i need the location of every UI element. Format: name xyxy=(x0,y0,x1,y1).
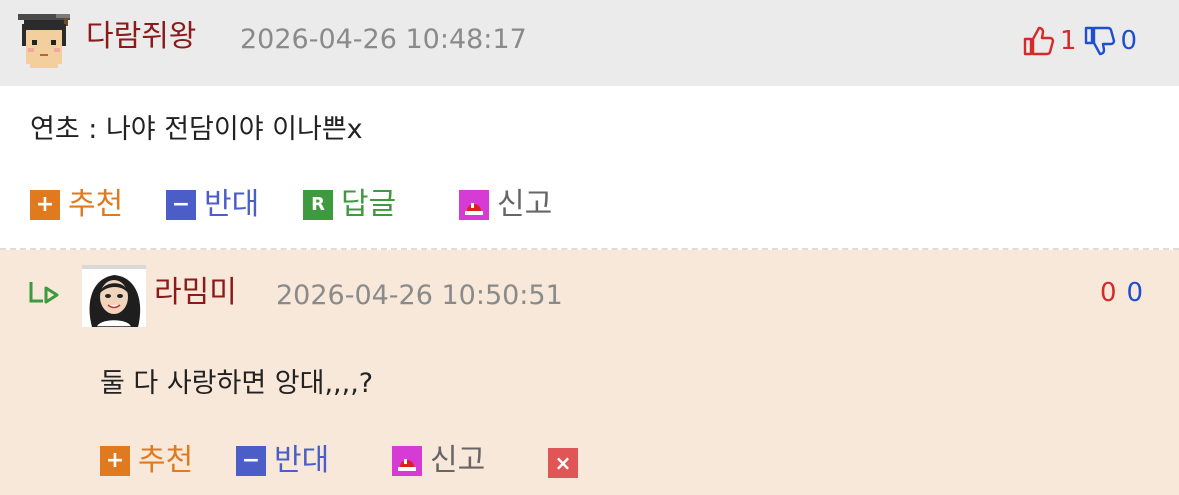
avatar[interactable] xyxy=(16,12,72,74)
thumbs-down-icon[interactable] xyxy=(1083,24,1117,58)
reply-r-icon: R xyxy=(303,190,333,220)
vote-counts: 0 0 xyxy=(1100,280,1143,306)
down-count: 0 xyxy=(1126,278,1144,308)
report-button[interactable]: 신고 xyxy=(459,190,552,220)
recommend-button[interactable]: + 추천 xyxy=(30,190,123,220)
minus-icon: − xyxy=(166,190,196,220)
plus-icon: + xyxy=(30,190,60,220)
report-label: 신고 xyxy=(497,187,553,222)
recommend-label: 추천 xyxy=(138,443,194,478)
reply-label: 답글 xyxy=(341,187,397,222)
recommend-label: 추천 xyxy=(68,187,124,222)
up-count: 0 xyxy=(1100,278,1117,308)
comment-text: 둘 다 사랑하면 앙대,,,,? xyxy=(100,368,374,399)
nickname[interactable]: 다람쥐왕 xyxy=(86,22,196,52)
close-x-icon: × xyxy=(548,448,578,478)
vote-counts: 1 0 xyxy=(1022,24,1137,58)
comment-date: 2026-04-26 10:48:17 xyxy=(240,24,527,55)
comment-text: 연초 : 나야 전담이야 이나쁜x xyxy=(30,114,363,145)
oppose-button[interactable]: − 반대 xyxy=(236,446,329,476)
oppose-button[interactable]: − 반대 xyxy=(166,190,259,220)
delete-button[interactable]: × xyxy=(548,448,586,478)
reply-arrow-icon xyxy=(29,282,59,304)
down-count: 0 xyxy=(1120,26,1138,56)
report-label: 신고 xyxy=(430,443,486,478)
oppose-label: 반대 xyxy=(274,443,330,478)
minus-icon: − xyxy=(236,446,266,476)
comment-date: 2026-04-26 10:50:51 xyxy=(276,280,563,311)
thumbs-up-icon[interactable] xyxy=(1022,24,1056,58)
avatar[interactable] xyxy=(82,265,146,327)
report-button[interactable]: 신고 xyxy=(392,446,485,476)
plus-icon: + xyxy=(100,446,130,476)
siren-icon xyxy=(459,190,489,220)
up-count: 1 xyxy=(1060,26,1077,56)
nickname[interactable]: 라밈미 xyxy=(154,278,237,308)
recommend-button[interactable]: + 추천 xyxy=(100,446,193,476)
siren-icon xyxy=(392,446,422,476)
reply-button[interactable]: R 답글 xyxy=(303,190,396,220)
oppose-label: 반대 xyxy=(204,187,260,222)
comment-body xyxy=(0,86,1179,248)
